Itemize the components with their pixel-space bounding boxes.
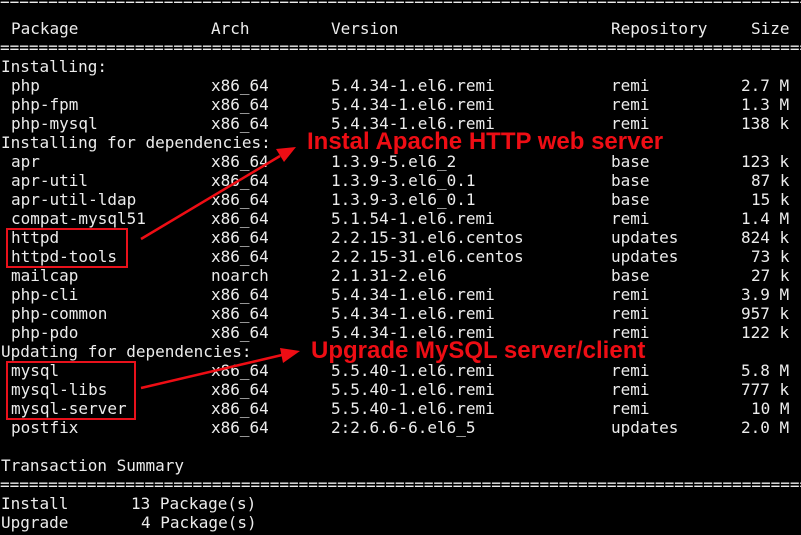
- mysql-arrow-line: [140, 353, 283, 390]
- terminal-window: ========================================…: [0, 0, 801, 535]
- apache-arrow-head: [276, 147, 296, 162]
- annotation-arrows: [140, 147, 300, 390]
- annotation-mysql: Upgrade MySQL server/client: [311, 337, 646, 364]
- annotation-apache: Instal Apache HTTP web server: [307, 128, 664, 155]
- apache-arrow-line: [140, 154, 281, 241]
- mysql-arrow-head: [280, 348, 300, 363]
